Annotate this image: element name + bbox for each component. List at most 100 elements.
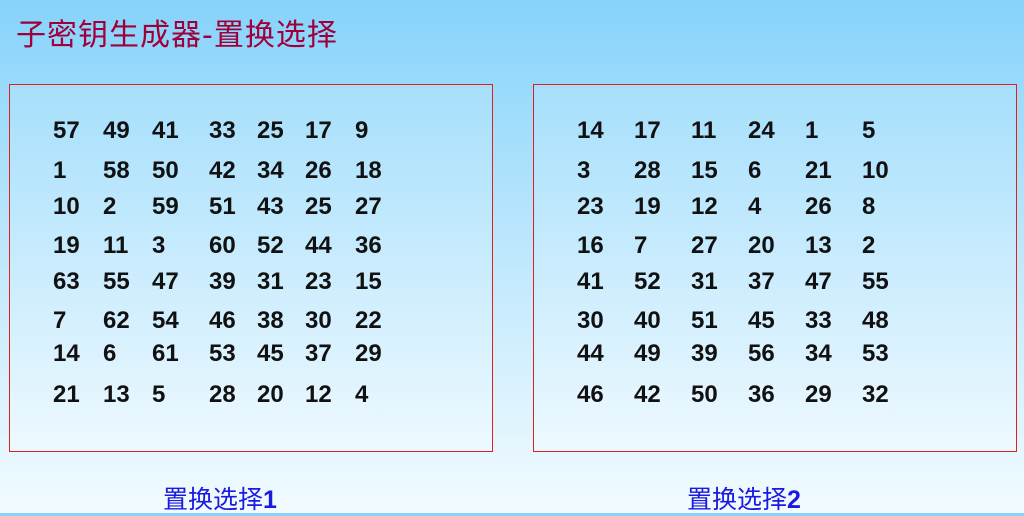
table-1-cell: 21 [53, 381, 80, 408]
table-2-cell: 14 [577, 117, 604, 144]
table-2-cell: 37 [748, 268, 775, 295]
table-1-cell: 36 [355, 232, 382, 259]
table-1-cell: 44 [305, 232, 332, 259]
table-2-cell: 34 [805, 340, 832, 367]
table-2-cell: 27 [691, 232, 718, 259]
table-2-cell: 15 [691, 157, 718, 184]
table-2-cell: 50 [691, 381, 718, 408]
caption-2: 置换选择2 [687, 480, 801, 516]
table-2-cell: 13 [805, 232, 832, 259]
table-1-cell: 13 [103, 381, 130, 408]
table-1-cell: 20 [257, 381, 284, 408]
table-1-cell: 34 [257, 157, 284, 184]
table-1-cell: 62 [103, 307, 130, 334]
table-1-cell: 14 [53, 340, 80, 367]
table-2-cell: 24 [748, 117, 775, 144]
table-1-cell: 46 [209, 307, 236, 334]
table-2-cell: 19 [634, 193, 661, 220]
table-2-cell: 28 [634, 157, 661, 184]
table-2-cell: 7 [634, 232, 648, 259]
table-2-cell: 26 [805, 193, 832, 220]
caption-2-number: 2 [787, 486, 801, 514]
table-1-cell: 63 [53, 268, 80, 295]
table-1-cell: 23 [305, 268, 332, 295]
table-1-cell: 7 [53, 307, 67, 334]
table-1-cell: 45 [257, 340, 284, 367]
table-1-cell: 52 [257, 232, 284, 259]
table-2-cell: 39 [691, 340, 718, 367]
table-2-cell: 10 [862, 157, 889, 184]
table-2-cell: 49 [634, 340, 661, 367]
table-1-cell: 54 [152, 307, 179, 334]
table-1-cell: 33 [209, 117, 236, 144]
table-2-cell: 45 [748, 307, 775, 334]
table-1-cell: 26 [305, 157, 332, 184]
table-2-cell: 48 [862, 307, 889, 334]
table-1-cell: 57 [53, 117, 80, 144]
table-2-cell: 8 [862, 193, 876, 220]
table-1-cell: 5 [152, 381, 166, 408]
table-2-cell: 21 [805, 157, 832, 184]
caption-1-number: 1 [263, 486, 277, 514]
table-2-cell: 17 [634, 117, 661, 144]
table-2-cell: 5 [862, 117, 876, 144]
table-2-cell: 33 [805, 307, 832, 334]
table-1-cell: 17 [305, 117, 332, 144]
table-1-cell: 37 [305, 340, 332, 367]
table-1-cell: 15 [355, 268, 382, 295]
table-2-cell: 23 [577, 193, 604, 220]
table-2-cell: 42 [634, 381, 661, 408]
permutation-table-1 [9, 84, 493, 452]
table-2-cell: 12 [691, 193, 718, 220]
table-2-cell: 32 [862, 381, 889, 408]
table-1-cell: 38 [257, 307, 284, 334]
table-1-cell: 28 [209, 381, 236, 408]
table-2-cell: 51 [691, 307, 718, 334]
table-1-cell: 42 [209, 157, 236, 184]
table-1-cell: 10 [53, 193, 80, 220]
caption-1-text: 置换选择 [163, 485, 264, 514]
table-1-cell: 58 [103, 157, 130, 184]
table-1-cell: 39 [209, 268, 236, 295]
table-1-cell: 55 [103, 268, 130, 295]
permutation-table-2 [533, 84, 1017, 452]
table-1-cell: 43 [257, 193, 284, 220]
table-2-cell: 29 [805, 381, 832, 408]
caption-2-text: 置换选择 [687, 485, 788, 514]
table-2-cell: 56 [748, 340, 775, 367]
table-1-cell: 30 [305, 307, 332, 334]
table-1-cell: 53 [209, 340, 236, 367]
table-2-cell: 47 [805, 268, 832, 295]
table-2-cell: 55 [862, 268, 889, 295]
table-1-cell: 11 [103, 232, 129, 259]
table-2-cell: 2 [862, 232, 876, 259]
table-1-cell: 19 [53, 232, 80, 259]
table-1-cell: 60 [209, 232, 236, 259]
table-2-cell: 11 [691, 117, 717, 144]
table-2-cell: 40 [634, 307, 661, 334]
table-1-cell: 51 [209, 193, 236, 220]
caption-1: 置换选择1 [163, 480, 277, 516]
table-1-cell: 9 [355, 117, 369, 144]
table-1-cell: 61 [152, 340, 179, 367]
table-2-cell: 31 [691, 268, 718, 295]
table-1-cell: 2 [103, 193, 117, 220]
table-1-cell: 6 [103, 340, 117, 367]
table-2-cell: 41 [577, 268, 604, 295]
table-2-cell: 30 [577, 307, 604, 334]
table-2-cell: 46 [577, 381, 604, 408]
table-2-cell: 53 [862, 340, 889, 367]
table-1-cell: 22 [355, 307, 382, 334]
table-1-cell: 49 [103, 117, 130, 144]
table-2-cell: 36 [748, 381, 775, 408]
table-2-cell: 44 [577, 340, 604, 367]
table-1-cell: 41 [152, 117, 179, 144]
table-1-cell: 1 [53, 157, 67, 184]
table-1-cell: 31 [257, 268, 284, 295]
table-1-cell: 3 [152, 232, 166, 259]
table-2-cell: 16 [577, 232, 604, 259]
table-1-cell: 18 [355, 157, 382, 184]
table-1-cell: 50 [152, 157, 179, 184]
table-1-cell: 12 [305, 381, 332, 408]
table-1-cell: 25 [257, 117, 284, 144]
